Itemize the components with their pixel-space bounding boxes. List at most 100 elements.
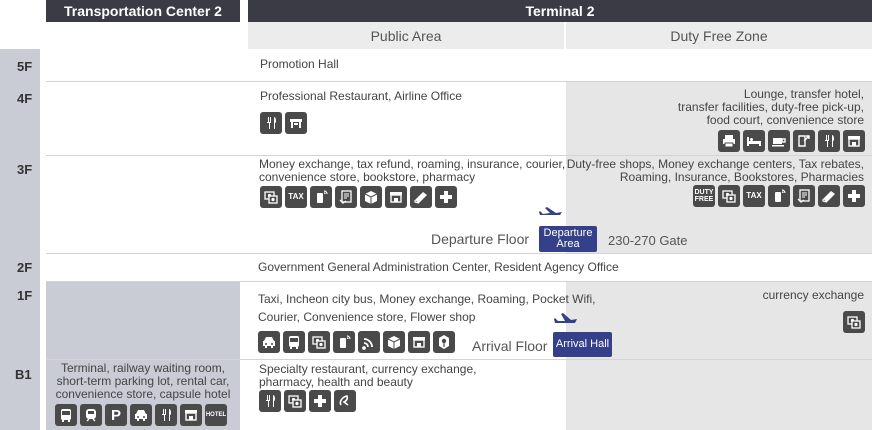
tax-icon-text: TAX [288,192,304,201]
duty-free-zone-header: Duty Free Zone [566,22,872,49]
3f-public-area-text: Money exchange, tax refund, roaming, ins… [259,158,565,184]
print-icon [718,130,740,152]
money-exchange-icon [718,185,740,207]
2f-public-area-text: Government General Administration Center… [258,260,619,274]
duty-free-icon-line-1: DUTY [694,189,714,196]
floor-label-5f: 5F [17,59,33,74]
money-exchange-icon [284,390,306,412]
hotel-icon-text: HOTEL [205,412,227,418]
transfer-icon [793,130,815,152]
floor-label-4f: 4F [17,91,33,106]
floor-label-3f: 3F [17,162,33,177]
b1-public-area-text: Specialty restaurant, currency exchange,… [259,363,476,389]
roaming-icon [768,185,790,207]
arrival-floor-label: Arrival Floor [472,338,548,354]
health-beauty-icon [334,390,356,412]
restaurant-icon [260,112,282,134]
money-exchange-icon [843,311,865,333]
departure-plane-icon [539,204,563,221]
1f-duty-free-icons [843,311,865,333]
bookstore-icon [818,185,840,207]
1f-duty-free-text: currency exchange [762,288,864,302]
1f-public-line-2: Courier, Convenience store, Flower shop [258,310,476,324]
train-icon [80,404,102,426]
airline-office-icon [285,112,307,134]
terminal-title: Terminal 2 [525,3,595,19]
courier-icon [383,331,405,353]
store-icon [180,404,202,426]
departure-area-badge: Departure Area [539,226,597,252]
public-area-title: Public Area [370,27,442,44]
convenience-store-icon [385,186,407,208]
3f-public-line-2: convenience store, bookstore, pharmacy [259,170,476,184]
rental-car-icon [130,404,152,426]
tax-refund-icon: TAX [285,186,307,208]
4f-public-area-text: Professional Restaurant, Airline Office [260,89,462,103]
insurance-icon [335,186,357,208]
money-exchange-icon [308,331,330,353]
courier-icon [360,186,382,208]
3f-duty-free-line-2: Roaming, Insurance, Bookstores, Pharmaci… [619,170,864,184]
duty-free-zone-title: Duty Free Zone [670,27,768,44]
arrival-hall-badge: Arrival Hall [553,332,612,357]
pharmacy-icon [309,390,331,412]
b1-public-line-2: pharmacy, health and beauty [259,375,413,389]
b1-transportation-center-icons: P HOTEL [55,404,227,426]
b1-tc2-line-3: convenience store, capsule hotel [55,387,231,401]
duty-free-icon: DUTY FREE [693,185,715,207]
restaurant-icon [155,404,177,426]
transportation-center-title: Transportation Center 2 [64,3,222,19]
floor-label-2f: 2F [17,260,33,275]
public-area-header: Public Area [248,22,564,49]
convenience-store-icon [408,331,430,353]
bed-icon [743,130,765,152]
1f-public-line-1: Taxi, Incheon city bus, Money exchange, … [258,292,596,306]
roaming-icon [333,331,355,353]
row-divider [46,281,872,282]
insurance-icon [793,185,815,207]
bookstore-icon [410,186,432,208]
terminal-header: Terminal 2 [248,0,872,22]
4f-duty-free-icons [718,130,865,152]
roaming-icon [310,186,332,208]
pharmacy-icon [843,185,865,207]
arrival-plane-icon [554,311,578,328]
money-exchange-icon [260,186,282,208]
bus-icon [283,331,305,353]
3f-public-icons: TAX [260,186,457,208]
b1-public-icons [259,390,356,412]
departure-area-line-2: Area [556,238,580,250]
row-divider [46,253,872,254]
row-divider [46,155,872,156]
store-icon [843,130,865,152]
row-divider [46,81,872,82]
restaurant-icon [259,390,281,412]
departure-floor-label: Departure Floor [431,231,530,247]
floor-label-b1: B1 [15,367,32,382]
tax-icon-text: TAX [746,191,762,200]
tax-refund-icon: TAX [743,185,765,207]
parking-icon: P [105,404,127,426]
4f-duty-free-text: Lounge, transfer hotel, transfer facilit… [564,88,864,127]
flower-shop-icon [433,331,455,353]
1f-public-area-text: Taxi, Incheon city bus, Money exchange, … [258,290,596,326]
duty-free-zone-background-lower [566,282,872,430]
duty-free-icon-line-2: FREE [694,196,714,203]
4f-duty-free-line-3: food court, convenience store [706,113,864,127]
row-divider [46,359,872,360]
gate-range-label: 230-270 Gate [608,233,688,248]
terminal-floor-guide: Transportation Center 2 Terminal 2 Publi… [0,0,872,430]
3f-duty-free-text: Duty-free shops, Money exchange centers,… [564,158,864,184]
pharmacy-icon [435,186,457,208]
3f-duty-free-icons: DUTY FREE TAX [693,185,865,207]
hotel-icon: HOTEL [205,404,227,426]
1f-public-icons [258,331,455,353]
bus-icon [55,404,77,426]
5f-public-area-text: Promotion Hall [260,57,339,71]
4f-public-icons [260,112,307,134]
b1-transportation-center-text: Terminal, railway waiting room, short-te… [46,362,240,401]
restaurant-icon [818,130,840,152]
wifi-icon [358,331,380,353]
taxi-icon [258,331,280,353]
transportation-center-header: Transportation Center 2 [46,0,240,22]
